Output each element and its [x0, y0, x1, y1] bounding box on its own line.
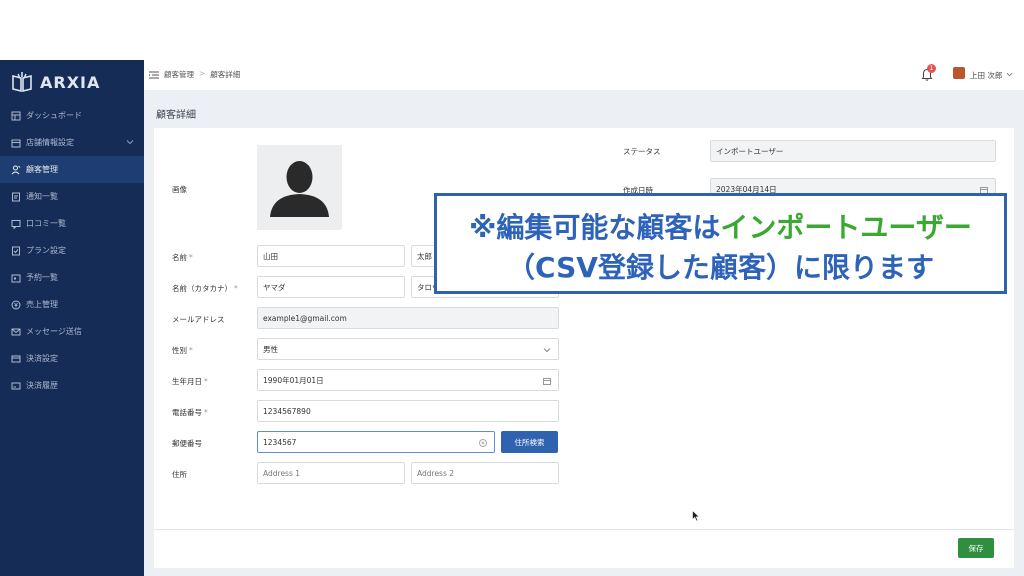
sidebar-item-label: 顧客管理	[26, 165, 58, 174]
chevron-down-icon	[543, 348, 551, 353]
sidebar-item-customers[interactable]: 顧客管理	[0, 156, 144, 183]
sidebar-item-payment-history[interactable]: 決済履歴	[0, 372, 144, 399]
birthday-value: 1990年01月01日	[263, 375, 324, 385]
chevron-down-icon[interactable]	[1006, 71, 1013, 78]
notification-badge: 1	[927, 64, 936, 73]
email-label: メールアドレス	[172, 315, 225, 324]
phone-label: 電話番号 *	[172, 408, 208, 417]
gender-select[interactable]: 男性	[257, 338, 559, 360]
address-label: 住所	[172, 470, 187, 479]
logo-book-icon	[12, 72, 32, 93]
annotation-highlight: インポートユーザー	[720, 211, 972, 244]
breadcrumb: 顧客管理 > 顧客詳細	[164, 69, 240, 80]
avatar[interactable]	[953, 67, 965, 79]
image-label: 画像	[172, 185, 187, 194]
sidebar-item-label: ダッシュボード	[26, 111, 82, 120]
breadcrumb-item-current: 顧客詳細	[210, 70, 241, 79]
breadcrumb-item-customers[interactable]: 顧客管理	[164, 69, 194, 80]
birthday-picker[interactable]: 1990年01月01日	[257, 369, 559, 391]
gender-value: 男性	[263, 344, 278, 354]
annotation-overlay: ※編集可能な顧客はインポートユーザー （CSV登録した顧客）に限ります	[434, 193, 1007, 294]
logo[interactable]: ARXIA	[10, 70, 100, 94]
postal-value: 1234567	[263, 437, 297, 447]
address1-input[interactable]: Address 1	[257, 462, 405, 484]
main-content: 顧客詳細 画像 名前 * 山田 太郎 名前（カタカナ） * ヤマダ タロウ メールア…	[144, 90, 1024, 576]
logo-text: ARXIA	[40, 72, 101, 92]
postal-label: 郵便番号	[172, 439, 202, 448]
user-icon	[11, 165, 21, 174]
sidebar-item-label: 売上管理	[26, 300, 58, 309]
sidebar: ARXIA ダッシュボード 店舗情報設定 顧客管理 通知一覧 口コミ一覧 プラン…	[0, 60, 144, 576]
status-field: インポートユーザー	[710, 140, 996, 162]
birthday-label: 生年月日 *	[172, 377, 208, 386]
name-kana-label: 名前（カタカナ） *	[172, 284, 238, 293]
sidebar-item-sales[interactable]: 売上管理	[0, 291, 144, 318]
top-bar: 顧客管理 > 顧客詳細 1 上田 次郎	[144, 60, 1024, 90]
email-field: example1@gmail.com	[257, 307, 559, 329]
menu-toggle-icon[interactable]	[149, 70, 159, 80]
card-footer: 保存	[154, 529, 1014, 568]
sidebar-item-reviews[interactable]: 口コミ一覧	[0, 210, 144, 237]
user-name[interactable]: 上田 次郎	[970, 70, 1002, 81]
app-window: ARXIA ダッシュボード 店舗情報設定 顧客管理 通知一覧 口コミ一覧 プラン…	[0, 60, 1024, 576]
sidebar-item-label: 通知一覧	[26, 192, 58, 201]
sidebar-item-label: メッセージ送信	[26, 327, 82, 336]
last-name-kana-input[interactable]: ヤマダ	[257, 276, 405, 298]
annotation-prefix: ※編集可能な顧客は	[469, 211, 721, 244]
notice-icon	[12, 192, 20, 201]
address-search-button[interactable]: 住所検索	[501, 431, 558, 453]
chevron-down-icon	[126, 140, 134, 145]
annotation-line-1: ※編集可能な顧客はインポートユーザー	[437, 206, 1004, 246]
sidebar-nav: ダッシュボード 店舗情報設定 顧客管理 通知一覧 口コミ一覧 プラン設定 予約一…	[0, 102, 144, 399]
clear-icon[interactable]	[479, 439, 487, 447]
sidebar-item-reservations[interactable]: 予約一覧	[0, 264, 144, 291]
plan-icon	[12, 246, 20, 255]
sidebar-item-label: 予約一覧	[26, 273, 58, 282]
sidebar-item-dashboard[interactable]: ダッシュボード	[0, 102, 144, 129]
page-title: 顧客詳細	[156, 110, 196, 121]
payment-icon	[11, 355, 21, 362]
sidebar-item-label: 決済履歴	[26, 381, 58, 390]
customer-image[interactable]	[257, 145, 342, 230]
dashboard-icon	[11, 111, 21, 120]
default-avatar-icon	[270, 161, 329, 217]
sidebar-item-store-settings[interactable]: 店舗情報設定	[0, 129, 144, 156]
status-label: ステータス	[623, 147, 661, 156]
sales-icon	[11, 300, 21, 309]
sidebar-item-messages[interactable]: メッセージ送信	[0, 318, 144, 345]
calendar-icon	[543, 378, 551, 385]
store-icon	[11, 139, 21, 147]
mouse-cursor-icon	[692, 510, 700, 522]
review-icon	[11, 219, 21, 229]
sidebar-item-label: プラン設定	[26, 246, 66, 255]
calendar-icon	[11, 274, 21, 282]
annotation-line-2: （CSV登録した顧客）に限ります	[507, 251, 934, 284]
sidebar-item-notices[interactable]: 通知一覧	[0, 183, 144, 210]
history-icon	[11, 382, 21, 389]
gender-label: 性別 *	[172, 346, 193, 355]
address2-input[interactable]: Address 2	[411, 462, 559, 484]
save-button[interactable]: 保存	[958, 538, 994, 558]
status-highlight: ステータス インポートユーザー	[612, 132, 1008, 170]
breadcrumb-separator: >	[199, 69, 206, 78]
name-label: 名前 *	[172, 253, 193, 262]
sidebar-item-label: 口コミ一覧	[26, 219, 66, 228]
sidebar-item-payment-settings[interactable]: 決済設定	[0, 345, 144, 372]
sidebar-item-plans[interactable]: プラン設定	[0, 237, 144, 264]
sidebar-item-label: 決済設定	[26, 354, 58, 363]
mail-icon	[11, 328, 21, 335]
postal-input[interactable]: 1234567	[257, 431, 495, 453]
phone-input[interactable]: 1234567890	[257, 400, 559, 422]
sidebar-item-label: 店舗情報設定	[26, 138, 74, 147]
last-name-input[interactable]: 山田	[257, 245, 405, 267]
